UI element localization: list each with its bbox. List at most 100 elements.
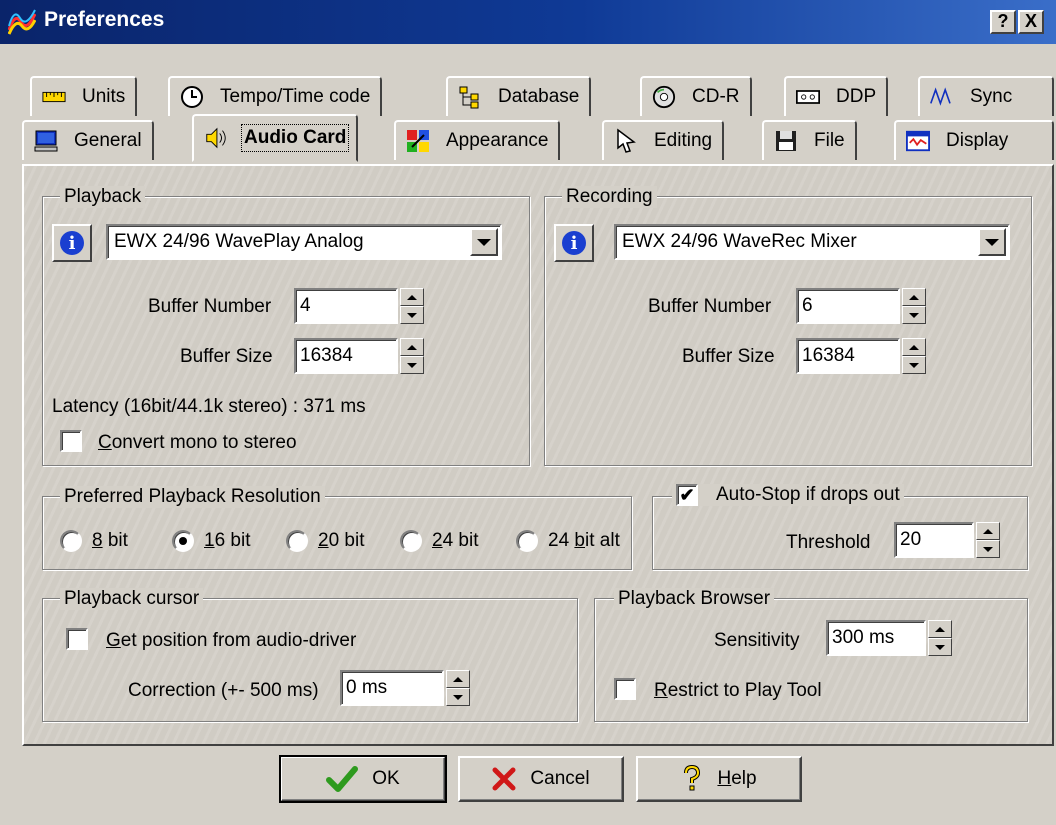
resolution-radio[interactable] [400,530,422,552]
resolution-radio-group: 8 bit 16 bit 20 bit 24 bit 24 bit alt [60,528,620,558]
ok-button[interactable]: OK [279,755,447,803]
playback-device-select[interactable]: EWX 24/96 WavePlay Analog [106,224,502,260]
tab-editing[interactable]: Editing [602,120,725,160]
playback-buffer-number-input[interactable]: 4 [294,288,398,324]
restrict-checkbox[interactable] [614,678,636,700]
tab-label: Units [82,86,126,107]
resolution-radio[interactable] [516,530,538,552]
tab-cdr[interactable]: CD-R [640,76,752,116]
floppy-icon [774,129,798,153]
tab-label: General [74,130,142,151]
playback-device-value: EWX 24/96 WavePlay Analog [114,231,364,252]
cancel-label: Cancel [530,768,590,789]
tab-units[interactable]: Units [30,76,138,116]
spin-down-icon[interactable] [400,356,424,374]
resolution-radio[interactable] [172,530,194,552]
playback-buffer-size-label: Buffer Size [180,346,273,367]
tab-audio-card[interactable]: Audio Card [192,114,359,162]
spin-up-icon[interactable] [400,338,424,356]
correction-spinner[interactable] [446,670,470,706]
threshold-input[interactable]: 20 [894,522,974,558]
tab-appearance[interactable]: Appearance [394,120,561,160]
threshold-spinner[interactable] [976,522,1000,558]
resolution-radio[interactable] [286,530,308,552]
recording-buffer-size-label: Buffer Size [682,346,775,367]
spin-down-icon[interactable] [902,356,926,374]
playback-buffer-number-spinner[interactable] [400,288,424,324]
spin-up-icon[interactable] [928,620,952,638]
recording-buffer-number-input[interactable]: 6 [796,288,900,324]
help-label: Help [717,768,757,789]
convert-mono-checkbox[interactable] [60,430,82,452]
chevron-down-icon[interactable] [978,228,1006,256]
tab-database[interactable]: Database [446,76,592,116]
correction-label: Correction (+- 500 ms) [128,680,319,701]
autostop-checkbox[interactable]: ✔ [676,484,698,506]
recording-buffer-number-label: Buffer Number [648,296,772,317]
correction-input[interactable]: 0 ms [340,670,444,706]
spin-down-icon[interactable] [446,688,470,706]
tab-label: File [814,130,845,151]
tab-ddp[interactable]: DDP [784,76,889,116]
sensitivity-label: Sensitivity [714,630,800,651]
get-position-label[interactable]: Get position from audio-driver [106,630,356,652]
get-position-checkbox[interactable] [66,628,88,650]
ok-label: OK [372,768,400,789]
checkmark-icon [326,766,359,792]
spin-up-icon[interactable] [902,288,926,306]
cancel-button[interactable]: Cancel [458,756,624,802]
spin-down-icon[interactable] [976,540,1000,558]
sensitivity-input[interactable]: 300 ms [826,620,926,656]
recording-device-select[interactable]: EWX 24/96 WaveRec Mixer [614,224,1010,260]
tab-sync[interactable]: Sync [918,76,1054,116]
sensitivity-spinner[interactable] [928,620,952,656]
spin-down-icon[interactable] [902,306,926,324]
recording-buffer-number-spinner[interactable] [902,288,926,324]
playback-info-button[interactable]: i [52,224,92,262]
info-icon: i [60,231,84,255]
recording-legend: Recording [562,186,657,208]
spin-up-icon[interactable] [976,522,1000,540]
restrict-label[interactable]: Restrict to Play Tool [654,680,822,702]
recording-buffer-size-input[interactable]: 16384 [796,338,900,374]
cursor-group [42,598,578,722]
resolution-radio-label[interactable]: 8 bit [92,530,128,552]
spin-up-icon[interactable] [400,288,424,306]
cancel-x-icon [492,767,516,791]
tab-file[interactable]: File [762,120,857,160]
spin-up-icon[interactable] [902,338,926,356]
chevron-down-icon[interactable] [470,228,498,256]
browser-legend: Playback Browser [614,588,775,610]
resolution-radio-label[interactable]: 20 bit [318,530,365,552]
playback-buffer-number-label: Buffer Number [148,296,272,317]
convert-mono-label[interactable]: Convert mono to stereo [98,432,297,454]
resolution-radio[interactable] [60,530,82,552]
browser-group [594,598,1028,722]
playback-buffer-size-input[interactable]: 16384 [294,338,398,374]
spin-up-icon[interactable] [446,670,470,688]
spin-down-icon[interactable] [928,638,952,656]
close-button[interactable]: X [1018,10,1044,34]
tab-label: DDP [836,86,877,107]
resolution-radio-label[interactable]: 16 bit [204,530,251,552]
resolution-radio-label[interactable]: 24 bit [432,530,479,552]
recording-info-button[interactable]: i [554,224,594,262]
tab-display[interactable]: Display [894,120,1054,160]
pointer-icon [614,128,638,153]
autostop-label[interactable]: Auto-Stop if drops out [716,484,900,506]
palette-icon [406,129,430,153]
tab-general[interactable]: General [22,120,154,160]
playback-buffer-size-spinner[interactable] [400,338,424,374]
playback-legend: Playback [60,186,146,208]
waveform-icon [930,85,954,109]
help-button[interactable]: Help [636,756,802,802]
resolution-radio-label[interactable]: 24 bit alt [548,530,620,552]
autostop-legend: ✔ Auto-Stop if drops out [672,484,904,506]
recording-buffer-size-spinner[interactable] [902,338,926,374]
help-title-button[interactable]: ? [990,10,1016,34]
tape-icon [796,85,820,109]
tab-tempo[interactable]: Tempo/Time code [168,76,383,116]
spin-down-icon[interactable] [400,306,424,324]
title-bar[interactable]: Preferences ? X [0,0,1056,44]
tab-label: Database [498,86,580,107]
